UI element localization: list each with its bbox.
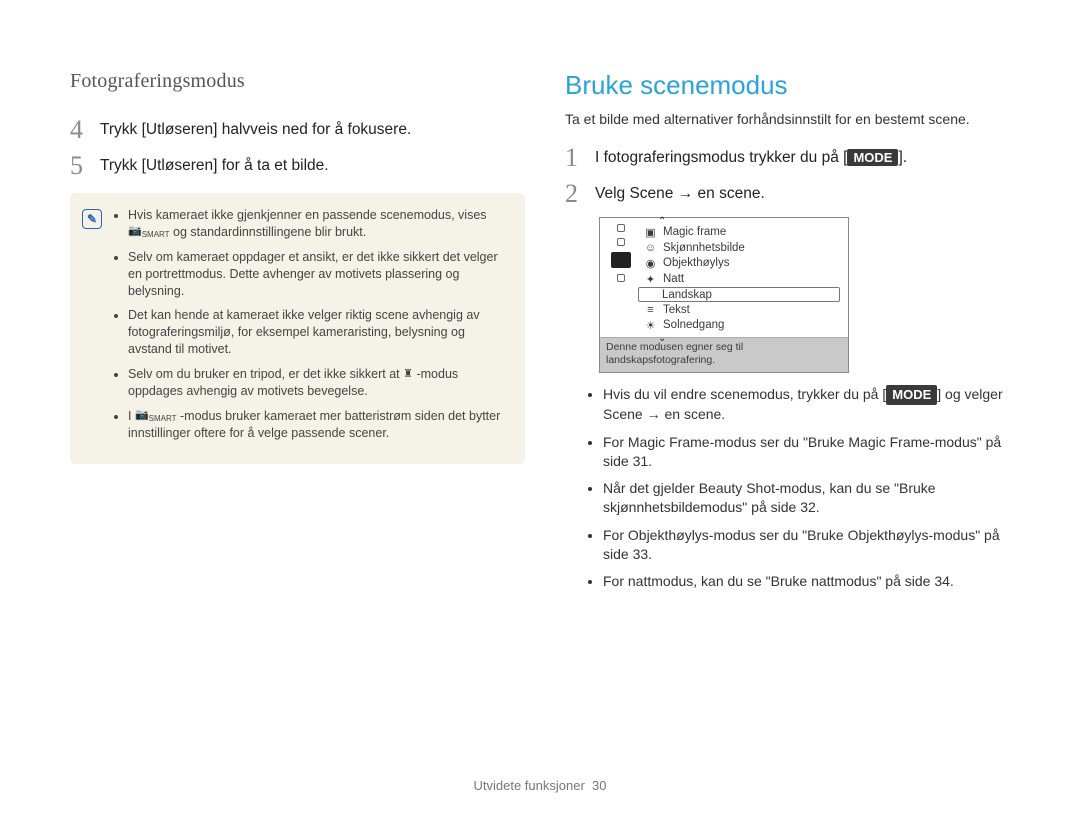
scene-item: ☺ Skjønnhetsbilde: [642, 240, 840, 255]
step-5: 5 Trykk [Utløseren] for å ta et bilde.: [70, 153, 525, 179]
bullet-item: For Objekthøylys-modus ser du "Bruke Obj…: [603, 526, 1020, 565]
scene-item-icon: ☀: [644, 319, 657, 332]
left-column: Fotograferingsmodus 4 Trykk [Utløseren] …: [70, 70, 525, 600]
scene-item-label: Objekthøylys: [663, 257, 729, 269]
bullet-list: Hvis du vil endre scenemodus, trykker du…: [583, 385, 1020, 591]
tripod-icon: ♜: [403, 369, 413, 380]
note-icon: ✎: [82, 209, 102, 229]
note-item: Selv om kameraet oppdager et ansikt, er …: [128, 249, 507, 300]
mode-dot-icon: [617, 238, 625, 246]
mode-button-label: MODE: [886, 385, 937, 405]
chevron-down-icon: ⌄: [658, 333, 666, 344]
smart-icon: 📷SMART: [128, 226, 170, 239]
scene-item-icon: ▣: [644, 226, 657, 239]
note-text: Hvis kameraet ikke gjenkjenner en passen…: [128, 208, 487, 222]
note-text: Selv om du bruker en tripod, er det ikke…: [128, 367, 403, 381]
scene-item-label: Magic frame: [663, 226, 726, 238]
scene-item-label: Tekst: [663, 304, 690, 316]
step-text: Velg Scene → en scene.: [595, 181, 765, 207]
scene-mode-dial: [608, 224, 634, 333]
step-text-post: ].: [898, 149, 907, 166]
scene-list: ▣ Magic frame ☺ Skjønnhetsbilde ◉ Objekthøyly…: [642, 224, 840, 333]
footer-page: 30: [592, 778, 606, 793]
scene-item-icon: ☺: [644, 242, 657, 254]
page-heading: Bruke scenemodus: [565, 70, 1020, 101]
scene-item: ◉ Objekthøylys: [642, 255, 840, 271]
right-column: Bruke scenemodus Ta et bilde med alterna…: [565, 70, 1020, 600]
scene-item: ☀ Solnedgang: [642, 317, 840, 333]
note-item: Hvis kameraet ikke gjenkjenner en passen…: [128, 207, 507, 241]
step-2: 2 Velg Scene → en scene.: [565, 181, 1020, 207]
step-number: 5: [70, 153, 90, 179]
bullet-text: Hvis du vil endre scenemodus, trykker du…: [603, 386, 886, 402]
scene-item-label: Landskap: [662, 289, 712, 301]
step-text-pre: I fotograferingsmodus trykker du på [: [595, 149, 847, 166]
step-number: 2: [565, 181, 585, 207]
scene-item-label: Solnedgang: [663, 319, 724, 331]
scene-item: Landskap: [638, 287, 840, 302]
note-item: Selv om du bruker en tripod, er det ikke…: [128, 366, 507, 400]
scene-item-icon: ◉: [644, 257, 657, 270]
note-item: I 📷SMART -modus bruker kameraet mer batt…: [128, 408, 507, 442]
page-footer: Utvidete funksjoner 30: [0, 778, 1080, 793]
scene-item-icon: ✦: [644, 273, 657, 286]
mode-dot-icon: [617, 224, 625, 232]
step-number: 1: [565, 145, 585, 171]
note-list: Hvis kameraet ikke gjenkjenner en passen…: [112, 207, 507, 450]
chevron-up-icon: ⌃: [658, 216, 666, 227]
mode-button-label: MODE: [847, 149, 898, 166]
note-suffix: og standardinnstillingene blir brukt.: [173, 225, 366, 239]
bullet-item: For Magic Frame-modus ser du "Bruke Magi…: [603, 433, 1020, 472]
smart-icon: 📷SMART: [135, 410, 177, 423]
step-1: 1 I fotograferingsmodus trykker du på [M…: [565, 145, 1020, 171]
mode-dot-icon: [617, 274, 625, 282]
bullet-item: Når det gjelder Beauty Shot-modus, kan d…: [603, 479, 1020, 518]
step-number: 4: [70, 117, 90, 143]
step-text: Trykk [Utløseren] halvveis ned for å fok…: [100, 117, 411, 143]
step-text: I fotograferingsmodus trykker du på [MOD…: [595, 145, 907, 171]
scene-menu-preview: ⌃ ▣ Magic frame ☺ Skjønnhetsbilde ◉ Objekthøy…: [599, 217, 849, 373]
note-item: Det kan hende at kameraet ikke velger ri…: [128, 307, 507, 358]
scene-item-label: Skjønnhetsbilde: [663, 242, 745, 254]
intro-text: Ta et bilde med alternativer forhåndsinn…: [565, 111, 1020, 127]
step-4: 4 Trykk [Utløseren] halvveis ned for å f…: [70, 117, 525, 143]
bullet-item: For nattmodus, kan du se "Bruke nattmodu…: [603, 572, 1020, 591]
footer-label: Utvidete funksjoner: [474, 778, 585, 793]
note-box: ✎ Hvis kameraet ikke gjenkjenner en pass…: [70, 193, 525, 464]
film-icon: [611, 252, 631, 268]
section-title: Fotograferingsmodus: [70, 70, 525, 93]
scene-item-icon: ≡: [644, 304, 657, 316]
note-text: I: [128, 409, 135, 423]
step-text: Trykk [Utløseren] for å ta et bilde.: [100, 153, 329, 179]
note-suffix: -modus bruker kameraet mer batteristrøm …: [128, 409, 500, 440]
scene-item: ≡ Tekst: [642, 302, 840, 317]
scene-item-label: Natt: [663, 273, 684, 285]
scene-item: ▣ Magic frame: [642, 224, 840, 240]
scene-caption: Denne modusen egner seg til landskapsfot…: [600, 337, 848, 372]
bullet-item: Hvis du vil endre scenemodus, trykker du…: [603, 385, 1020, 424]
scene-item: ✦ Natt: [642, 271, 840, 287]
